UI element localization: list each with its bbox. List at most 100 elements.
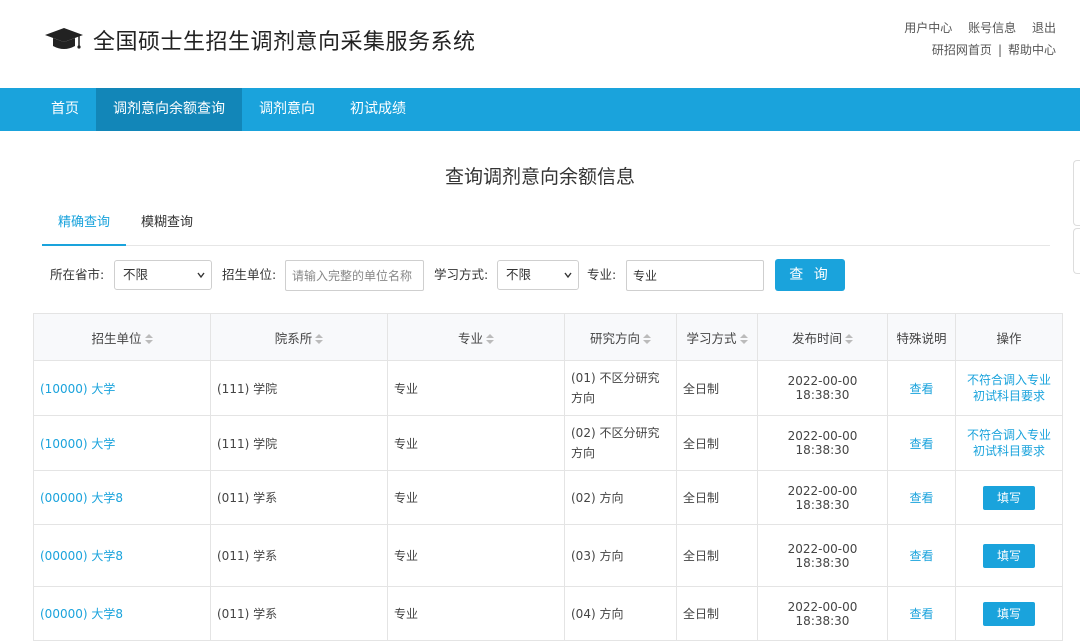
requirement-mismatch-link[interactable]: 不符合调入专业初试科目要求: [967, 428, 1051, 458]
study-mode-cell: 全日制: [676, 415, 758, 471]
major-label: 专业:: [587, 267, 617, 282]
link-separator: |: [997, 43, 1002, 57]
major-input[interactable]: [626, 260, 764, 291]
chevron-down-icon: [197, 272, 205, 279]
col-header-label: 招生单位: [91, 330, 142, 346]
province-select-value: 不限: [123, 267, 149, 282]
col-header-major[interactable]: 专业: [387, 313, 565, 361]
study-mode-cell: 全日制: [676, 524, 758, 587]
sort-icon: [739, 334, 748, 344]
study-mode-select[interactable]: 不限: [497, 260, 579, 290]
dept-cell: (011) 学系: [210, 586, 388, 641]
publish-time-cell: 2022-00-00 18:38:30: [757, 470, 888, 525]
dept-cell: (011) 学系: [210, 524, 388, 587]
major-cell: 专业: [387, 470, 565, 525]
unit-link[interactable]: (00000) 大学8: [40, 607, 123, 621]
direction-cell: (04) 方向: [564, 586, 677, 641]
view-note-link[interactable]: 查看: [909, 382, 933, 396]
results-table: 招生单位 院系所 专业 研究方向 学习方式 发布时间 特殊说明 操作 (1000…: [33, 313, 1063, 641]
tab-fuzzy-query[interactable]: 模糊查询: [130, 205, 204, 244]
sort-icon: [144, 334, 153, 344]
publish-time-cell: 2022-00-00 18:38:30: [757, 524, 888, 587]
logout-link[interactable]: 退出: [1032, 21, 1056, 35]
col-header-label: 专业: [457, 330, 483, 346]
study-mode-select-value: 不限: [506, 267, 532, 282]
dept-cell: (111) 学院: [210, 360, 388, 416]
province-label: 所在省市:: [50, 267, 105, 282]
view-note-link[interactable]: 查看: [909, 607, 933, 621]
side-float-tab[interactable]: [1073, 228, 1080, 274]
nav-quota-query[interactable]: 调剂意向余额查询: [96, 88, 242, 131]
nav-adjust-intent[interactable]: 调剂意向: [242, 88, 332, 131]
view-note-link[interactable]: 查看: [909, 437, 933, 451]
col-header-label: 特殊说明: [896, 330, 947, 346]
direction-cell: (01) 不区分研究方向: [564, 360, 677, 416]
side-float-tab[interactable]: [1073, 160, 1080, 226]
table-row: (10000) 大学 (111) 学院 专业 (01) 不区分研究方向 全日制 …: [33, 360, 1063, 416]
col-header-study-mode[interactable]: 学习方式: [676, 313, 758, 361]
query-button[interactable]: 查 询: [775, 259, 845, 291]
col-header-note: 特殊说明: [887, 313, 956, 361]
table-row: (00000) 大学8 (011) 学系 专业 (04) 方向 全日制 2022…: [33, 586, 1063, 641]
sort-icon: [315, 334, 324, 344]
col-header-publish-time[interactable]: 发布时间: [757, 313, 888, 361]
col-header-label: 研究方向: [589, 330, 640, 346]
help-center-link[interactable]: 帮助中心: [1008, 43, 1056, 57]
unit-link[interactable]: (10000) 大学: [40, 382, 115, 396]
site-title: 全国硕士生招生调剂意向采集服务系统: [93, 30, 476, 55]
study-mode-cell: 全日制: [676, 586, 758, 641]
unit-link[interactable]: (00000) 大学8: [40, 549, 123, 563]
table-header-row: 招生单位 院系所 专业 研究方向 学习方式 发布时间 特殊说明 操作: [33, 313, 1063, 361]
major-cell: 专业: [387, 524, 565, 587]
direction-cell: (03) 方向: [564, 524, 677, 587]
col-header-label: 学习方式: [686, 330, 737, 346]
main-nav: 首页 调剂意向余额查询 调剂意向 初试成绩: [0, 88, 1080, 131]
direction-cell: (02) 不区分研究方向: [564, 415, 677, 471]
page-title: 查询调剂意向余额信息: [444, 166, 635, 188]
fill-in-button[interactable]: 填写: [983, 543, 1035, 568]
col-header-dept[interactable]: 院系所: [210, 313, 388, 361]
sort-icon: [845, 334, 853, 344]
yanzhao-home-link[interactable]: 研招网首页: [932, 43, 992, 57]
direction-cell: (02) 方向: [564, 470, 677, 525]
col-header-unit[interactable]: 招生单位: [33, 313, 211, 361]
requirement-mismatch-link[interactable]: 不符合调入专业初试科目要求: [967, 373, 1051, 403]
major-cell: 专业: [387, 360, 565, 416]
nav-initial-score[interactable]: 初试成绩: [332, 88, 424, 131]
col-header-label: 操作: [996, 330, 1022, 346]
view-note-link[interactable]: 查看: [909, 491, 933, 505]
col-header-action: 操作: [955, 313, 1063, 361]
unit-link[interactable]: (10000) 大学: [40, 437, 115, 451]
study-mode-cell: 全日制: [676, 360, 758, 416]
page-header: 全国硕士生招生调剂意向采集服务系统 用户中心 账号信息 退出 研招网首页 | 帮助中…: [0, 0, 1080, 88]
unit-link[interactable]: (00000) 大学8: [40, 491, 123, 505]
dept-cell: (011) 学系: [210, 470, 388, 525]
major-cell: 专业: [387, 415, 565, 471]
publish-time-cell: 2022-00-00 18:38:30: [757, 586, 888, 641]
major-cell: 专业: [387, 586, 565, 641]
unit-input[interactable]: [285, 260, 424, 291]
table-row: (10000) 大学 (111) 学院 专业 (02) 不区分研究方向 全日制 …: [33, 415, 1063, 471]
col-header-direction[interactable]: 研究方向: [564, 313, 677, 361]
query-tabs: 精确查询 模糊查询: [42, 205, 1050, 246]
view-note-link[interactable]: 查看: [909, 549, 933, 563]
user-center-link[interactable]: 用户中心: [904, 21, 952, 35]
chevron-down-icon: [564, 272, 572, 279]
top-links: 用户中心 账号信息 退出 研招网首页 | 帮助中心: [892, 17, 1056, 61]
account-info-link[interactable]: 账号信息: [968, 21, 1016, 35]
col-header-label: 院系所: [274, 330, 313, 346]
fill-in-button[interactable]: 填写: [983, 485, 1035, 510]
fill-in-button[interactable]: 填写: [983, 601, 1035, 626]
sort-icon: [486, 334, 494, 344]
table-row: (00000) 大学8 (011) 学系 专业 (03) 方向 全日制 2022…: [33, 524, 1063, 587]
graduation-cap-icon: [45, 28, 83, 49]
unit-label: 招生单位:: [222, 267, 277, 282]
tab-exact-query[interactable]: 精确查询: [42, 205, 126, 246]
publish-time-cell: 2022-00-00 18:38:30: [757, 415, 888, 471]
province-select[interactable]: 不限: [114, 260, 212, 290]
publish-time-cell: 2022-00-00 18:38:30: [757, 360, 888, 416]
table-row: (00000) 大学8 (011) 学系 专业 (02) 方向 全日制 2022…: [33, 470, 1063, 525]
study-mode-label: 学习方式:: [434, 267, 489, 282]
nav-home[interactable]: 首页: [34, 88, 96, 131]
sort-icon: [643, 334, 651, 344]
